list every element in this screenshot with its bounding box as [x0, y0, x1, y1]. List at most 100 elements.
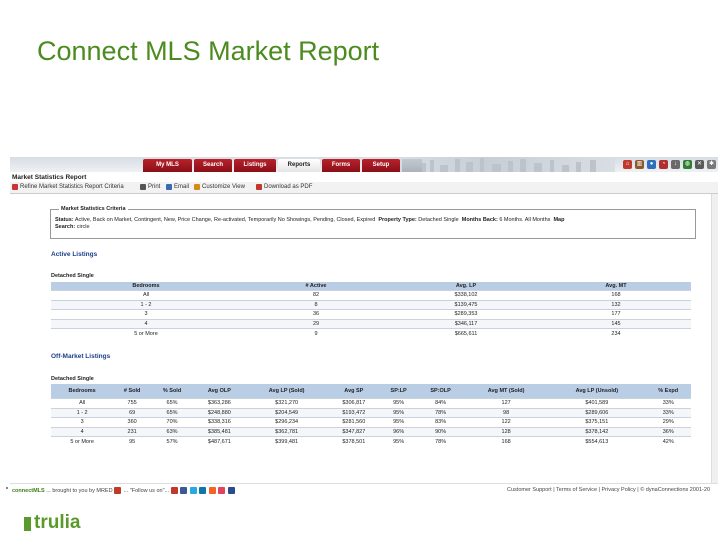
- flickr-icon[interactable]: [218, 487, 226, 494]
- table-cell: 168: [541, 290, 691, 301]
- table-cell: 84%: [417, 398, 465, 409]
- table-cell: 3: [51, 309, 241, 320]
- col-bedrooms: Bedrooms: [51, 282, 241, 291]
- col-avg-mt: Avg. MT: [541, 282, 691, 291]
- facebook-icon[interactable]: [180, 487, 188, 494]
- back-arrow-icon: [12, 184, 18, 190]
- table-cell: $378,501: [327, 436, 381, 446]
- table-cell: 1 - 2: [51, 407, 114, 418]
- table-cell: $401,589: [548, 398, 646, 409]
- settings-icon[interactable]: ✱: [707, 160, 716, 169]
- table-cell: 63%: [151, 426, 194, 437]
- trulia-logo: trulia: [34, 512, 81, 533]
- table-cell: 234: [541, 328, 691, 338]
- col-sp-lp: SP:LP: [380, 384, 418, 399]
- building-icon[interactable]: ▥: [635, 160, 644, 169]
- search-label: Search:: [55, 224, 76, 230]
- months-back-value: 6 Months. All Months: [499, 217, 551, 223]
- table-cell: $375,151: [548, 417, 646, 428]
- map-label[interactable]: Map: [553, 217, 564, 223]
- home-icon[interactable]: ⌂: [623, 160, 632, 169]
- table-cell: $296,234: [245, 417, 328, 428]
- table-header: Bedrooms # Active Avg. LP Avg. MT: [51, 282, 691, 291]
- scrollbar[interactable]: [711, 194, 718, 484]
- printer-icon: [140, 184, 146, 190]
- slide-title: Connect MLS Market Report: [37, 36, 380, 66]
- col-avg-lp: Avg. LP: [391, 282, 541, 291]
- footer-follow: ... "Follow us on"...: [123, 487, 170, 494]
- print-button[interactable]: Print: [140, 184, 160, 190]
- download-pdf-button[interactable]: Download as PDF: [256, 184, 312, 190]
- mls-screenshot: My MLS Search Listings Reports Forms Set…: [10, 157, 718, 497]
- customize-view-button[interactable]: Customize View: [194, 184, 245, 190]
- user-icon[interactable]: ●: [647, 160, 656, 169]
- globe-icon[interactable]: ◍: [683, 160, 692, 169]
- table-cell: 168: [464, 436, 549, 446]
- table-cell: $289,353: [391, 309, 541, 320]
- blog-icon[interactable]: [227, 487, 235, 494]
- footer-tagline: ... brought to you by MRED: [46, 487, 113, 494]
- mred-logo-icon[interactable]: [114, 487, 122, 494]
- table-cell: 4: [51, 318, 241, 329]
- table-cell: 33%: [645, 398, 691, 409]
- tab-setup[interactable]: Setup: [362, 159, 400, 172]
- tab-reports[interactable]: Reports: [278, 159, 320, 172]
- tab-listings[interactable]: Listings: [234, 159, 276, 172]
- tab-search[interactable]: Search: [194, 159, 232, 172]
- youtube-icon[interactable]: [170, 487, 178, 494]
- table-row: All 82 $338,102 168: [51, 290, 691, 301]
- table-cell: 65%: [151, 407, 194, 418]
- table-row: 4 29 $346,117 145: [51, 318, 691, 329]
- property-type-value: Detached Single: [418, 217, 459, 223]
- table-cell: 82: [241, 290, 391, 301]
- page-footer: connectMLS ... brought to you by MRED ..…: [10, 483, 718, 496]
- col-avg-lp-sold: Avg LP (Sold): [245, 384, 328, 399]
- bullet-dot: [6, 487, 8, 489]
- property-type-label: Property Type:: [378, 217, 417, 223]
- table-cell: $338,316: [193, 417, 246, 428]
- table-cell: $321,270: [245, 398, 328, 409]
- tab-forms[interactable]: Forms: [322, 159, 360, 172]
- table-cell: 78%: [417, 407, 465, 418]
- table-cell: $347,827: [327, 426, 381, 437]
- refine-criteria-link[interactable]: Refine Market Statistics Report Criteria: [12, 184, 124, 190]
- page-heading: Market Statistics Report: [12, 174, 87, 181]
- col-sold: # Sold: [113, 384, 152, 399]
- table-row: 5 or More 95 57% $487,671 $399,481 $378,501 95…: [51, 436, 691, 446]
- table-cell: 4: [51, 426, 114, 437]
- table-cell: 65%: [151, 398, 194, 409]
- trulia-logo-mark: [24, 517, 31, 531]
- clock-icon[interactable]: ◔: [659, 160, 668, 169]
- pencil-icon: [194, 184, 200, 190]
- table-cell: 70%: [151, 417, 194, 428]
- footer-brand: connectMLS: [12, 487, 45, 494]
- table-cell: All: [51, 398, 114, 409]
- col-pct-expd: % Expd: [645, 384, 691, 399]
- email-button[interactable]: Email: [166, 184, 189, 190]
- report-toolbar: Refine Market Statistics Report Criteria…: [10, 182, 718, 194]
- col-bedrooms: Bedrooms: [51, 384, 114, 399]
- col-avg-lp-unsold: Avg LP (Unsold): [548, 384, 646, 399]
- table-cell: $385,481: [193, 426, 246, 437]
- arrow-icon[interactable]: ↓: [671, 160, 680, 169]
- footer-links[interactable]: Customer Support | Terms of Service | Pr…: [507, 487, 710, 493]
- footer-left: connectMLS ... brought to you by MRED ..…: [12, 487, 236, 494]
- status-label: Status:: [55, 217, 74, 223]
- twitter-icon[interactable]: [189, 487, 197, 494]
- table-cell: 9: [241, 328, 391, 338]
- tools-icon[interactable]: ✕: [695, 160, 704, 169]
- table-cell: $289,606: [548, 407, 646, 418]
- table-cell: $139,475: [391, 299, 541, 310]
- linkedin-icon[interactable]: [199, 487, 207, 494]
- table-cell: 122: [464, 417, 549, 428]
- rss-icon[interactable]: [208, 487, 216, 494]
- active-listings-table: Bedrooms # Active Avg. LP Avg. MT All 82 $…: [51, 282, 691, 338]
- table-cell: 95%: [380, 398, 418, 409]
- off-market-rows: All 755 65% $363,286 $321,270 $306,817 95% 84% 1…: [51, 398, 691, 446]
- tab-my-mls[interactable]: My MLS: [143, 159, 192, 172]
- table-cell: $378,142: [548, 426, 646, 437]
- table-cell: All: [51, 290, 241, 301]
- table-cell: $346,117: [391, 318, 541, 329]
- status-value: Active, Back on Market, Contingent, New,…: [74, 217, 376, 223]
- table-cell: $193,472: [327, 407, 381, 418]
